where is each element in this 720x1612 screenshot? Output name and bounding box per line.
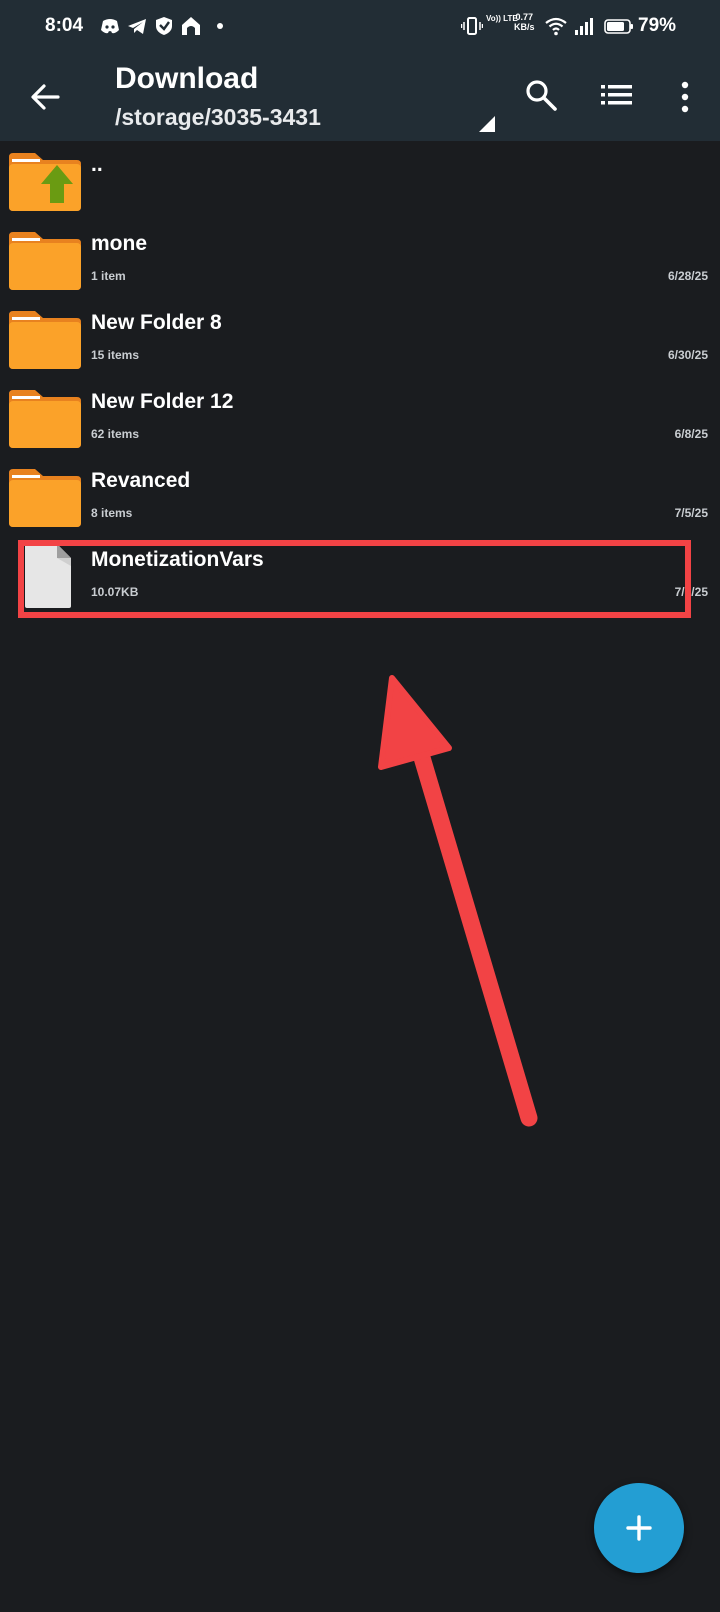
- volte-icon: Vo)) LTE: [486, 14, 518, 23]
- item-count: 15 items: [91, 348, 140, 362]
- battery-percent: 79%: [638, 15, 677, 36]
- vibrate-icon: [461, 17, 483, 35]
- file-name: ..: [91, 153, 103, 176]
- list-item-folder[interactable]: New Folder 8 15 items 6/30/25: [0, 299, 720, 378]
- dot-icon: [217, 23, 223, 29]
- top-bar: 8:04 Vo)) LTE 0.77 KB/s 79% Download /st…: [0, 0, 720, 141]
- folder-icon: [9, 469, 81, 527]
- modified-date: 7/5/25: [674, 506, 708, 520]
- path-dropdown-icon[interactable]: [477, 114, 497, 134]
- file-name: mone: [91, 232, 148, 255]
- current-path[interactable]: /storage/3035-3431: [115, 104, 321, 131]
- parent-folder-icon: [9, 153, 81, 211]
- add-button[interactable]: [594, 1483, 684, 1573]
- back-icon[interactable]: [28, 80, 62, 114]
- net-speed-value: 0.77: [515, 12, 534, 22]
- file-name: Revanced: [91, 469, 191, 492]
- status-bar: 8:04 Vo)) LTE 0.77 KB/s 79%: [0, 0, 720, 52]
- page-title: Download: [115, 62, 259, 95]
- list-item-folder[interactable]: New Folder 12 62 items 6/8/25: [0, 378, 720, 457]
- plus-icon: [626, 1515, 652, 1541]
- signal-icon: [575, 18, 593, 35]
- wifi-icon: [545, 17, 567, 36]
- home-icon: [182, 17, 200, 35]
- modified-date: 6/30/25: [667, 348, 708, 362]
- more-icon[interactable]: [675, 80, 695, 114]
- item-count: 8 items: [91, 506, 133, 520]
- item-count: 62 items: [91, 427, 140, 441]
- status-time: 8:04: [45, 15, 84, 36]
- battery-icon: [604, 19, 633, 34]
- list-view-icon[interactable]: [600, 80, 634, 110]
- search-icon[interactable]: [524, 78, 558, 112]
- list-item-parent[interactable]: ..: [0, 141, 720, 220]
- list-item-folder[interactable]: mone 1 item 6/28/25: [0, 220, 720, 299]
- list-item-folder[interactable]: Revanced 8 items 7/5/25: [0, 457, 720, 536]
- net-speed-unit: KB/s: [514, 22, 535, 32]
- folder-icon: [9, 390, 81, 448]
- telegram-icon: [128, 19, 146, 34]
- highlight-box: [18, 540, 691, 618]
- file-name: New Folder 12: [91, 390, 234, 413]
- modified-date: 6/28/25: [667, 269, 708, 283]
- folder-icon: [9, 232, 81, 290]
- net-speed: 0.77 KB/s: [514, 12, 535, 32]
- shield-icon: [156, 17, 172, 35]
- file-name: New Folder 8: [91, 311, 222, 334]
- item-count: 1 item: [91, 269, 126, 283]
- modified-date: 6/8/25: [674, 427, 708, 441]
- discord-icon: [101, 19, 119, 34]
- folder-icon: [9, 311, 81, 369]
